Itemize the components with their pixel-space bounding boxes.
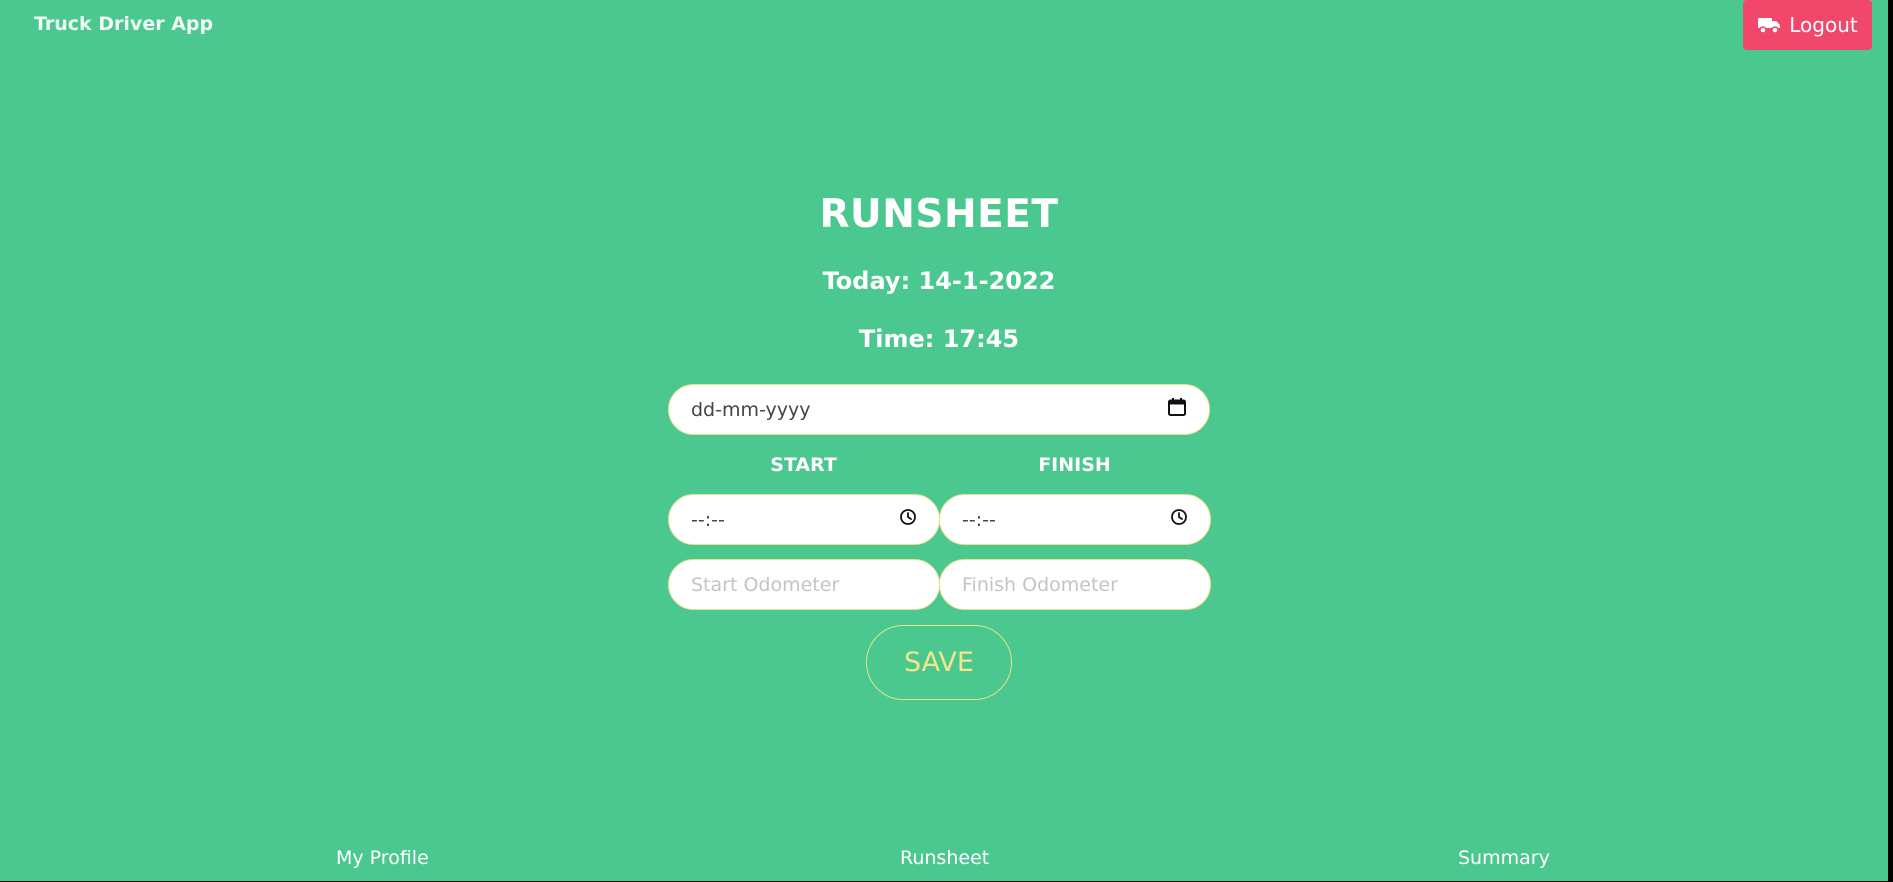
page-title: RUNSHEET — [819, 192, 1059, 237]
finish-odometer-placeholder: Finish Odometer — [962, 573, 1118, 596]
today-date: Today: 14-1-2022 — [822, 267, 1056, 295]
start-time-input[interactable]: --:-- — [668, 494, 940, 545]
finish-odometer-input[interactable]: Finish Odometer — [939, 559, 1211, 610]
nav-runsheet[interactable]: Runsheet — [900, 847, 989, 869]
clock-icon[interactable] — [1170, 508, 1188, 531]
save-button[interactable]: SAVE — [866, 625, 1012, 700]
finish-time-input[interactable]: --:-- — [939, 494, 1211, 545]
start-odometer-input[interactable]: Start Odometer — [668, 559, 940, 610]
calendar-icon[interactable] — [1167, 397, 1187, 422]
logout-label: Logout — [1789, 13, 1858, 37]
date-input[interactable]: dd-mm-yyyy — [668, 384, 1210, 435]
page: Truck Driver App Logout RUNSHEET Today: … — [0, 0, 1888, 881]
brand-title[interactable]: Truck Driver App — [34, 13, 213, 35]
truck-icon — [1757, 16, 1781, 34]
logout-button[interactable]: Logout — [1743, 0, 1872, 50]
start-odometer-placeholder: Start Odometer — [691, 573, 840, 596]
start-time-value: --:-- — [691, 508, 725, 531]
nav-my-profile[interactable]: My Profile — [336, 847, 429, 869]
date-input-value: dd-mm-yyyy — [691, 398, 811, 421]
clock-icon[interactable] — [899, 508, 917, 531]
nav-summary[interactable]: Summary — [1458, 847, 1550, 869]
finish-time-value: --:-- — [962, 508, 996, 531]
start-label: START — [770, 454, 837, 476]
finish-label: FINISH — [1038, 454, 1111, 476]
current-time: Time: 17:45 — [858, 325, 1020, 353]
